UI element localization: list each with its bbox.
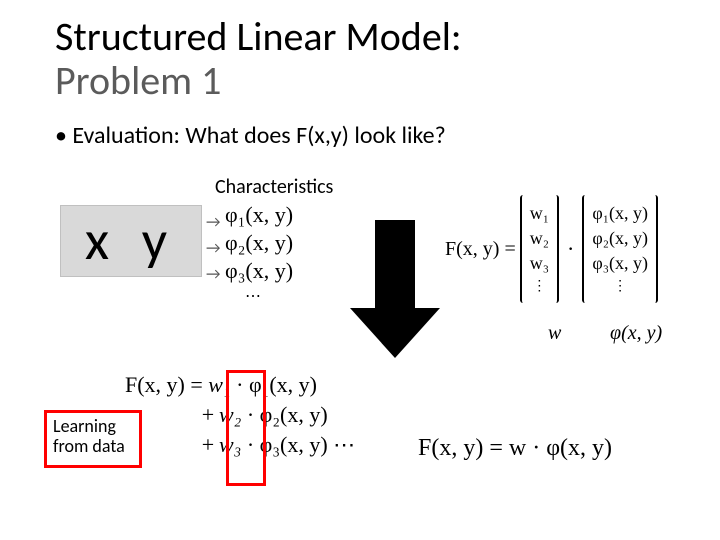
eq-lhs: F(x, y) =	[125, 372, 203, 398]
final-equation: F(x, y) = w · φ(x, y)	[418, 435, 612, 462]
w-label: w	[548, 322, 561, 345]
redbox-learning: Learning from data	[44, 410, 142, 468]
title-line1: Structured Linear Model:	[55, 12, 462, 61]
down-arrow-icon	[350, 220, 440, 360]
w-vector: w₁ w₂ w₃ ⋮	[520, 195, 559, 303]
arrow-icon: →	[206, 210, 220, 236]
phi-label: φ(x, y)	[610, 322, 662, 345]
xy-box: x y	[60, 205, 202, 277]
phi-vector: φ₁(x, y) φ₂(x, y) φ₃(x, y) ⋮	[582, 195, 658, 303]
phi-1: φ₁(x, y)	[225, 202, 293, 228]
dot-operator: ·	[567, 236, 574, 262]
arrow-icon: →	[206, 262, 220, 288]
phi-3: φ₃(x, y)	[225, 258, 293, 284]
learning-label: Learning from data	[47, 413, 139, 461]
characteristics-label: Characteristics	[215, 175, 333, 199]
vec-lhs: F(x, y) =	[445, 238, 516, 261]
slide-title: Structured Linear Model: Problem 1	[55, 15, 680, 103]
redbox-weights	[226, 370, 266, 486]
arrow-icon: →	[206, 236, 220, 262]
phi-2: φ₂(x, y)	[225, 230, 293, 256]
title-line2: Problem 1	[55, 56, 221, 105]
phi-list: φ₁(x, y) φ₂(x, y) φ₃(x, y) ⋯	[225, 200, 293, 308]
phi-dots: ⋯	[225, 286, 293, 306]
bullet-evaluation: • Evaluation: What does F(x,y) look like…	[55, 121, 680, 150]
arrow-icons: → → →	[206, 210, 220, 288]
vector-equation: F(x, y) = w₁ w₂ w₃ ⋮ · φ₁(x, y) φ₂(x, y)…	[445, 195, 662, 303]
